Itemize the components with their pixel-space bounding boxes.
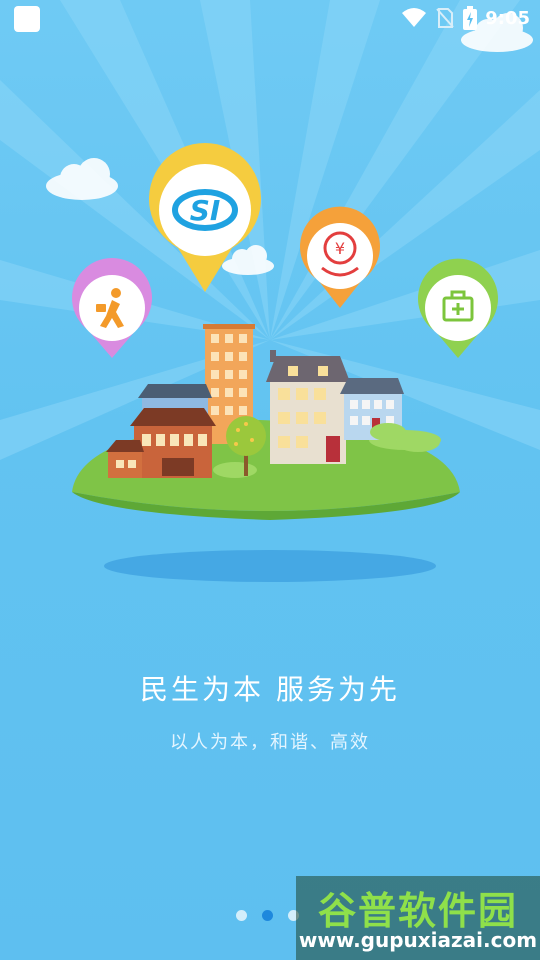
pin-employment	[72, 257, 153, 358]
small-shed	[106, 440, 144, 478]
beige-building	[266, 350, 350, 464]
yuan-finance-icon: ¥	[335, 239, 345, 258]
pager-dot-active[interactable]	[262, 910, 273, 921]
social-security-icon: SI	[190, 194, 221, 227]
hero-illustration: SI ¥	[46, 13, 533, 582]
cloud	[46, 158, 118, 200]
brown-house	[130, 408, 216, 478]
pager-dot[interactable]	[236, 910, 247, 921]
watermark-title: 谷普软件园	[317, 889, 518, 933]
pin-finance: ¥	[300, 206, 380, 308]
pager-indicator	[236, 910, 299, 921]
island-shadow	[104, 550, 436, 582]
slogan-title: 民生为本 服务为先	[140, 673, 400, 706]
watermark: 谷普软件园 www.gupuxiazai.com	[296, 876, 540, 960]
cloud	[461, 13, 533, 52]
slogan-subtitle: 以人为本，和谐、高效	[170, 732, 370, 753]
watermark-url: www.gupuxiazai.com	[298, 928, 538, 952]
splash-screen: 9:05	[0, 0, 540, 960]
pin-medical	[418, 258, 498, 358]
